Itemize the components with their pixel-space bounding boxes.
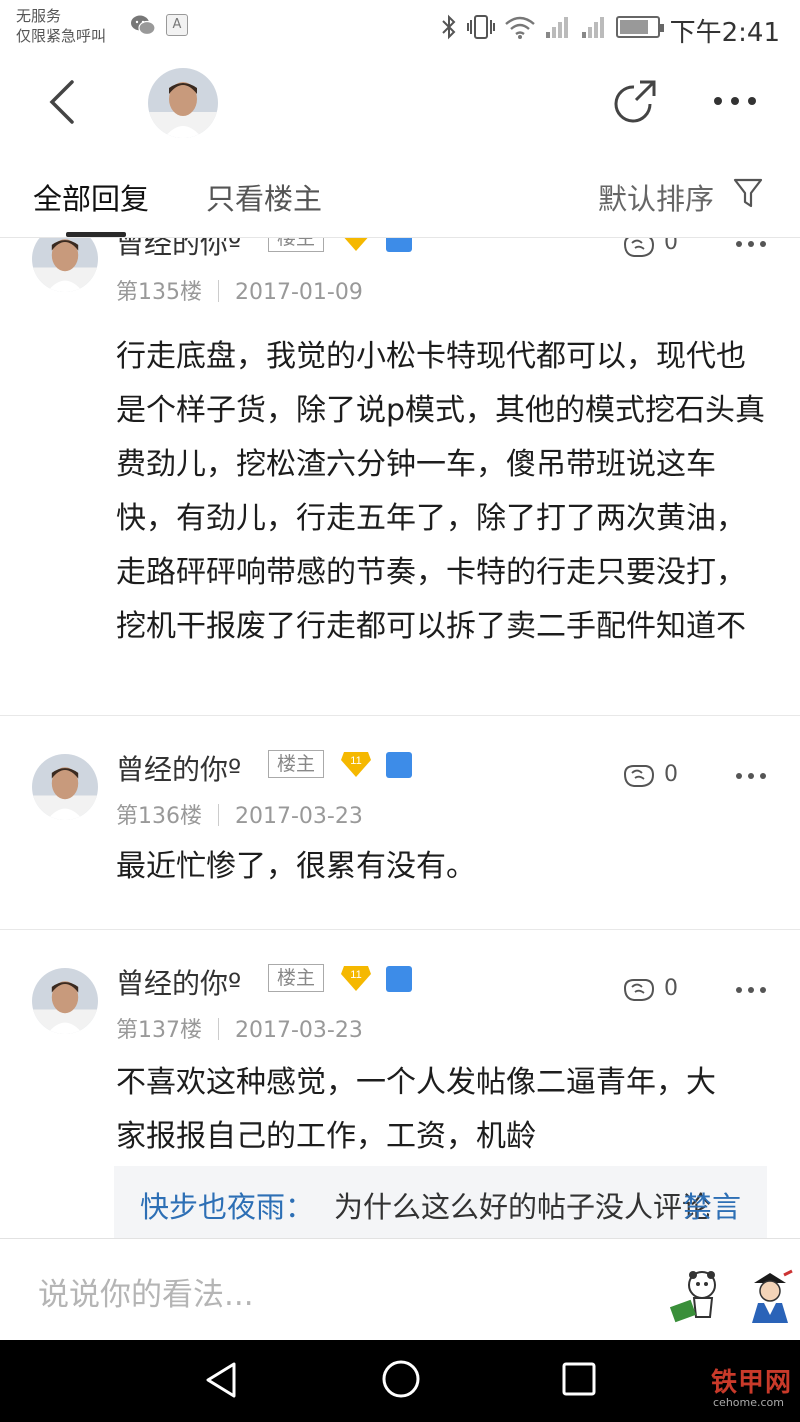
reply-feed: 曾经的你º 楼主 11 第135楼 2017-01-09 0 行走底盘，我觉的小松… (0, 238, 800, 1238)
floor-number: 第136楼 (116, 804, 202, 829)
back-icon[interactable] (38, 76, 86, 128)
sub-reply-author[interactable]: 快步也夜雨： (140, 1184, 314, 1226)
watermark-url: cehome.com (713, 1396, 784, 1409)
like-count: 0 (664, 762, 678, 787)
signal-2-icon (582, 17, 604, 38)
divider (218, 804, 219, 826)
sub-reply-text: 为什么这么好的帖子没人评论 (334, 1190, 712, 1224)
reply-post: 曾经的你º 楼主 11 第137楼 2017-03-23 0 不喜欢这种感觉，一个… (0, 930, 800, 1238)
member-badge-icon (386, 752, 412, 778)
wechat-icon (131, 15, 156, 36)
floor-info: 第136楼 2017-03-23 (116, 798, 363, 830)
avatar-photo (32, 968, 98, 1034)
more-options-icon[interactable] (710, 86, 760, 116)
floor-number: 第135楼 (116, 280, 202, 305)
floor-number: 第137楼 (116, 1018, 202, 1043)
username[interactable]: 曾经的你º (116, 748, 241, 788)
avatar[interactable] (32, 754, 98, 820)
system-icons (440, 14, 664, 40)
reply-content: 不喜欢这种感觉，一个人发帖像二逼青年，大家报报自己的工作，工资，机龄 (116, 1065, 716, 1154)
notification-icons: A (130, 14, 188, 36)
more-icon[interactable] (735, 240, 767, 248)
carrier-line-1: 无服务 (16, 7, 62, 25)
reply-content: 最近忙惨了，很累有没有。 (116, 849, 476, 884)
owner-badge: 楼主 (268, 238, 325, 252)
avatar-photo (32, 754, 98, 820)
watermark-logo: 铁甲网 (710, 1368, 792, 1398)
member-badge-icon (386, 238, 412, 252)
like-count: 0 (664, 976, 678, 1001)
reply-tabs: 全部回复 只看楼主 默认排序 (0, 152, 800, 238)
battery-level (620, 20, 648, 34)
reply-post: 曾经的你º 楼主 11 第136楼 2017-03-23 0 最近忙惨了，很累有没… (0, 716, 800, 930)
filter-icon[interactable] (732, 176, 764, 210)
mute-button[interactable]: 禁言 (683, 1184, 741, 1226)
author-avatar[interactable] (148, 68, 218, 138)
share-icon[interactable] (606, 76, 662, 132)
level-number: 11 (350, 969, 361, 981)
like-icon[interactable] (622, 974, 656, 1004)
username[interactable]: 曾经的你º (116, 962, 241, 1002)
signal-1-icon (546, 17, 568, 38)
member-badge-icon (386, 966, 412, 992)
like-count: 0 (664, 238, 678, 255)
reply-post: 曾经的你º 楼主 11 第135楼 2017-01-09 0 行走底盘，我觉的小松… (0, 238, 800, 716)
carrier-line-2: 仅限紧急呼叫 (16, 27, 107, 45)
level-badge-icon: 11 (344, 238, 368, 251)
level-number: 11 (350, 238, 361, 241)
sticker-panda-icon[interactable] (668, 1267, 726, 1325)
level-badge-icon: 11 (341, 966, 371, 991)
thread-header (0, 56, 800, 152)
avatar-photo (148, 68, 218, 138)
owner-badge: 楼主 (268, 964, 325, 992)
comment-bar: 说说你的看法... (0, 1238, 800, 1340)
avatar[interactable] (32, 238, 98, 292)
level-badge-icon: 11 (341, 752, 371, 777)
nav-home-icon[interactable] (380, 1358, 422, 1400)
level-number: 11 (350, 755, 361, 767)
system-nav-bar: 铁甲网 cehome.com (0, 1340, 800, 1422)
sort-button[interactable]: 默认排序 (598, 176, 714, 218)
floor-info: 第135楼 2017-01-09 (116, 274, 363, 306)
clock: 下午2:41 (669, 18, 780, 48)
comment-input[interactable]: 说说你的看法... (38, 1269, 254, 1314)
more-icon[interactable] (735, 986, 767, 994)
tab-all-replies[interactable]: 全部回复 (33, 176, 149, 218)
nav-recent-apps-icon[interactable] (560, 1360, 598, 1398)
sticker-character-icon[interactable] (744, 1269, 796, 1325)
more-icon[interactable] (735, 772, 767, 780)
post-date: 2017-03-23 (235, 1018, 363, 1043)
username[interactable]: 曾经的你º (116, 238, 241, 262)
avatar[interactable] (32, 968, 98, 1034)
battery-icon (616, 16, 664, 38)
tab-owner-only[interactable]: 只看楼主 (206, 176, 322, 218)
nav-back-icon[interactable] (200, 1358, 244, 1402)
sub-reply[interactable]: 快步也夜雨： 为什么这么好的帖子没人评论 禁言 (114, 1166, 767, 1238)
carrier-status: 无服务 仅限紧急呼叫 (16, 6, 106, 46)
divider (218, 1018, 219, 1040)
post-date: 2017-01-09 (235, 280, 363, 305)
owner-badge: 楼主 (268, 750, 325, 778)
floor-info: 第137楼 2017-03-23 (116, 1012, 363, 1044)
vibrate-icon (467, 15, 495, 39)
keyboard-a-icon: A (166, 14, 188, 36)
reply-content: 行走底盘，我觉的小松卡特现代都可以，现代也是个样子货，除了说p模式，其他的模式挖… (116, 339, 766, 644)
divider (218, 280, 219, 302)
status-bar: 无服务 仅限紧急呼叫 A 下午2:41 (0, 0, 800, 56)
wifi-icon (505, 16, 535, 39)
avatar-photo (32, 238, 98, 292)
like-icon[interactable] (622, 238, 656, 260)
like-icon[interactable] (622, 760, 656, 790)
bluetooth-icon (442, 14, 456, 40)
active-tab-indicator (66, 232, 126, 237)
post-date: 2017-03-23 (235, 804, 363, 829)
